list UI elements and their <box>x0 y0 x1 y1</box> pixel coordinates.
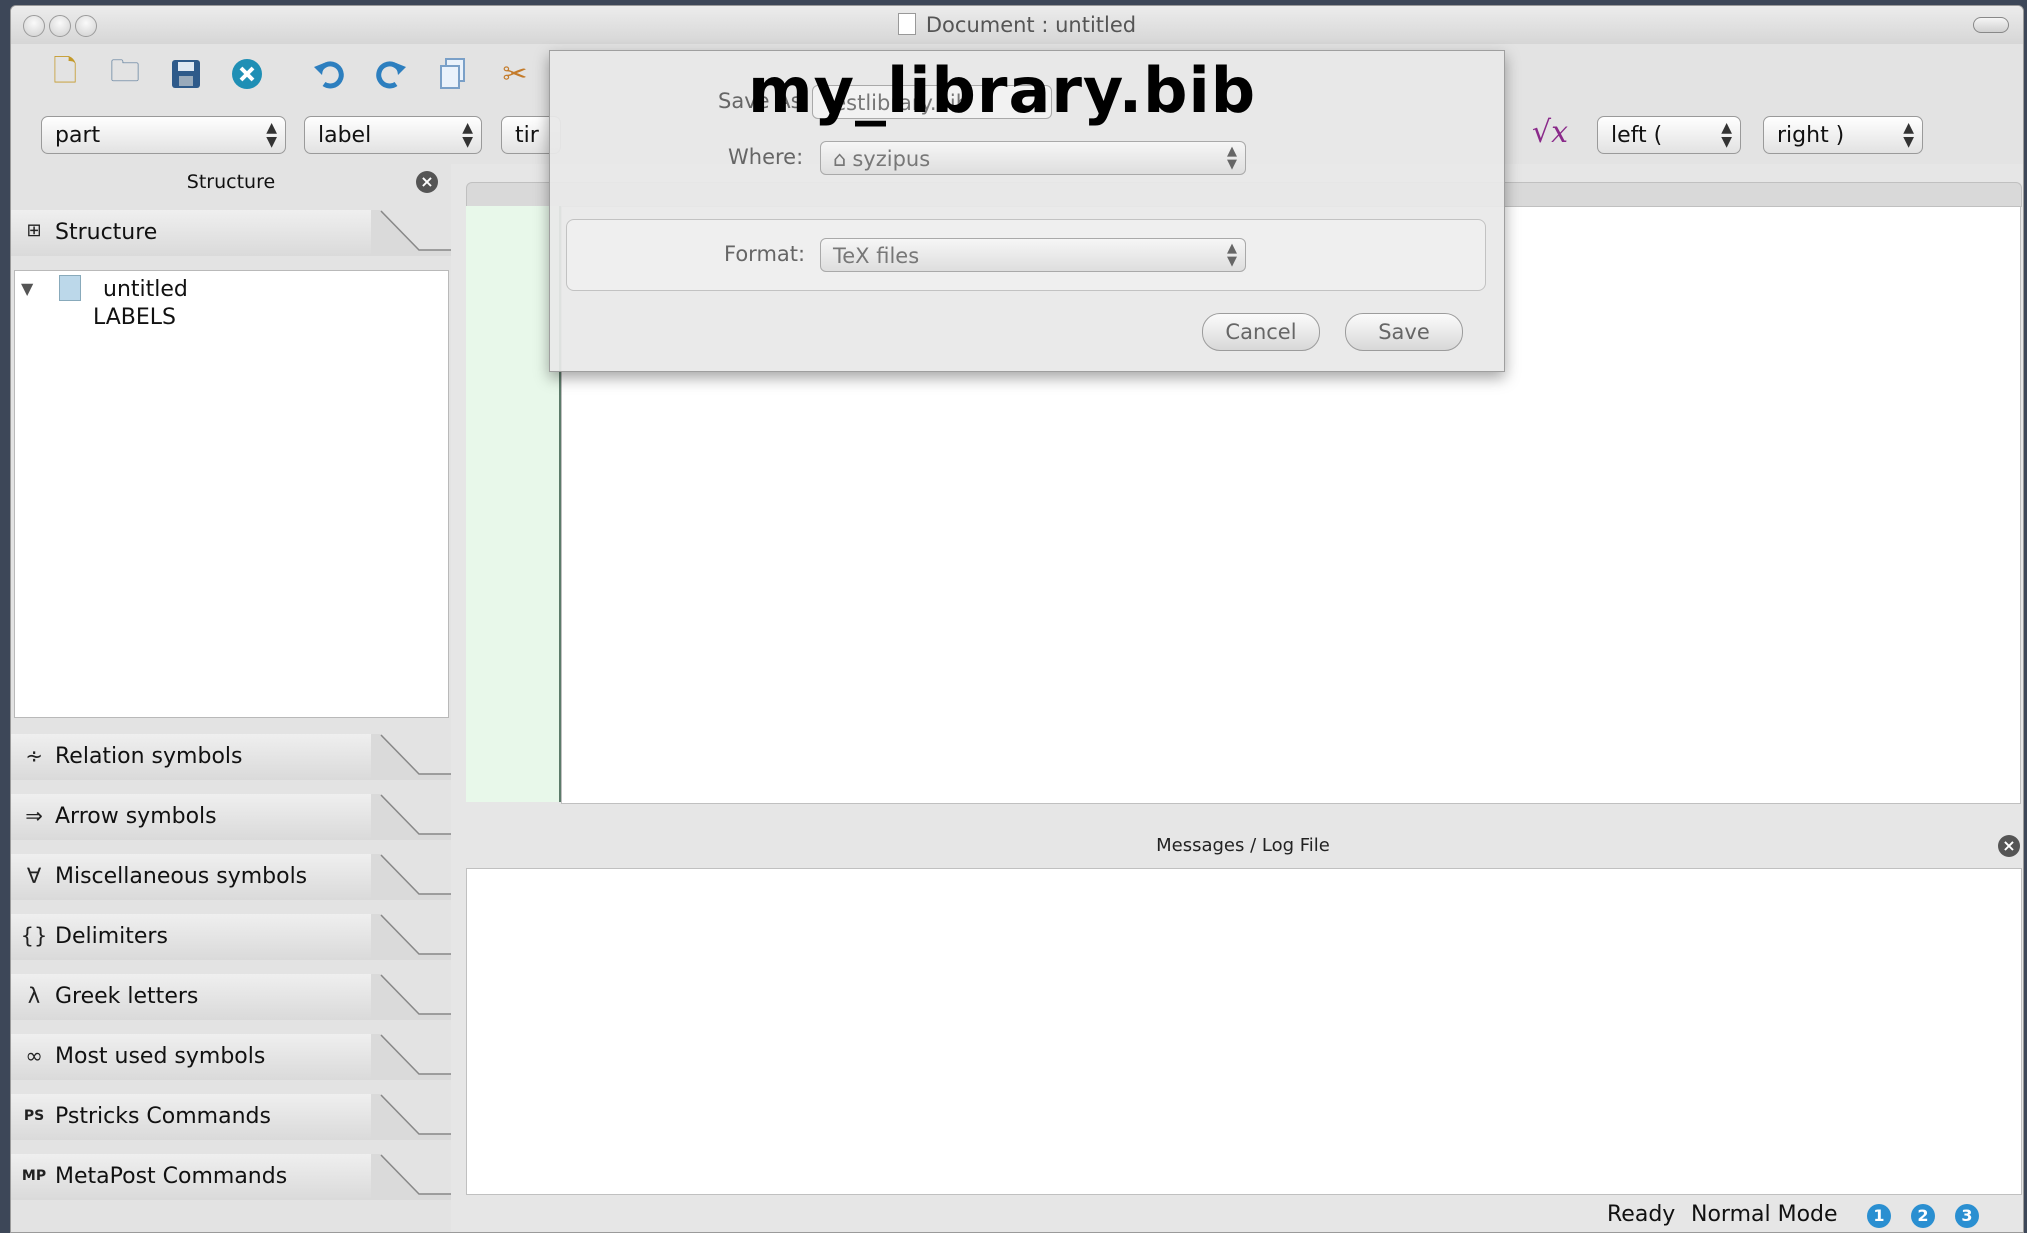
messages-log-panel[interactable] <box>466 868 2022 1195</box>
tab-label: Greek letters <box>55 984 199 1009</box>
tab-slant <box>371 210 451 256</box>
overlay-caption: my_library.bib <box>748 54 1257 127</box>
view-1-button[interactable]: 1 <box>1867 1204 1891 1228</box>
left-delimiter-value: left ( <box>1611 123 1663 148</box>
tab-slant <box>371 914 451 960</box>
tab-slant <box>371 1094 451 1140</box>
size-combo-value: tir <box>515 123 539 148</box>
disclosure-triangle-icon[interactable]: ▼ <box>21 279 33 298</box>
infinity-icon: ∞ <box>25 1044 43 1068</box>
save-icon[interactable] <box>168 56 204 92</box>
format-select[interactable]: TeX files ▲ ▼ <box>820 238 1246 272</box>
where-select-value: syzipus <box>852 147 931 171</box>
arrow-symbol-icon: ⇒ <box>25 804 43 828</box>
where-label: Where: <box>728 145 804 169</box>
messages-header: Messages / Log File <box>1156 835 1330 856</box>
tab-slant <box>371 854 451 900</box>
tab-slant <box>371 1154 451 1200</box>
braces-icon: {} <box>20 924 48 948</box>
app-window: Document : untitled 🗋 🗀 ✂ part ▲ ▼ label … <box>10 5 2024 1233</box>
tab-metapost-commands[interactable]: MP MetaPost Commands <box>11 1154 451 1200</box>
line-number-gutter <box>466 206 561 802</box>
document-icon <box>897 13 916 35</box>
sqrt-icon[interactable]: √x <box>1525 114 1575 150</box>
copy-icon[interactable] <box>435 56 471 92</box>
save-button[interactable]: Save <box>1345 313 1463 351</box>
view-3-button[interactable]: 3 <box>1955 1204 1979 1228</box>
home-folder-icon: ⌂ <box>833 147 847 171</box>
tab-label: MetaPost Commands <box>55 1164 288 1189</box>
reference-combo-value: label <box>318 123 372 148</box>
tab-label: Delimiters <box>55 924 168 949</box>
sidebar: Structure × ⊞ Structure ▼ untitled LABEL… <box>11 164 451 1232</box>
tab-label: Relation symbols <box>55 744 243 769</box>
document-icon <box>59 275 81 301</box>
tab-slant <box>371 1034 451 1080</box>
structure-icon: ⊞ <box>26 220 42 241</box>
tab-delimiters[interactable]: {} Delimiters <box>11 914 451 960</box>
sidebar-header: Structure <box>186 171 276 193</box>
new-file-icon[interactable]: 🗋 <box>47 54 83 92</box>
cut-icon[interactable]: ✂ <box>497 56 533 92</box>
window-title: Document : untitled <box>925 13 1137 37</box>
tab-slant <box>371 794 451 840</box>
tab-label: Pstricks Commands <box>55 1104 271 1129</box>
tab-greek-letters[interactable]: λ Greek letters <box>11 974 451 1020</box>
ps-icon: PS <box>23 1108 45 1124</box>
format-label: Format: <box>724 242 806 266</box>
updown-arrows-icon: ▲ ▼ <box>1903 120 1914 150</box>
updown-arrows-icon: ▲ ▼ <box>1721 120 1732 150</box>
tab-arrow-symbols[interactable]: ⇒ Arrow symbols <box>11 794 451 840</box>
view-2-button[interactable]: 2 <box>1911 1204 1935 1228</box>
updown-arrows-icon: ▲ ▼ <box>462 120 473 150</box>
where-select[interactable]: ⌂ syzipus ▲ ▼ <box>820 141 1246 175</box>
toolbar-toggle-button[interactable] <box>1973 17 2009 33</box>
tree-item-labels[interactable]: LABELS <box>93 305 176 330</box>
lambda-icon: λ <box>27 984 41 1008</box>
tab-slant <box>371 974 451 1020</box>
sidebar-close-icon[interactable]: × <box>416 171 438 193</box>
status-bar: Ready Normal Mode 1 2 3 <box>11 1198 2023 1232</box>
tab-structure-label: Structure <box>55 220 158 245</box>
right-delimiter-combo[interactable]: right ) ▲ ▼ <box>1763 116 1923 154</box>
mp-icon: MP <box>21 1168 47 1184</box>
tab-miscellaneous-symbols[interactable]: ∀ Miscellaneous symbols <box>11 854 451 900</box>
structure-tree: ▼ untitled LABELS <box>14 270 449 718</box>
tab-structure[interactable]: ⊞ Structure <box>11 210 451 256</box>
tab-label: Most used symbols <box>55 1044 266 1069</box>
sectioning-combo[interactable]: part ▲ ▼ <box>41 116 286 154</box>
right-delimiter-value: right ) <box>1777 123 1845 148</box>
window-title-wrap: Document : untitled <box>11 13 2023 37</box>
tab-slant <box>371 734 451 780</box>
updown-arrows-icon: ▲ ▼ <box>1227 241 1237 269</box>
updown-arrows-icon: ▲ ▼ <box>266 120 277 150</box>
tab-label: Arrow symbols <box>55 804 217 829</box>
redo-icon[interactable] <box>373 56 409 92</box>
reference-combo[interactable]: label ▲ ▼ <box>304 116 482 154</box>
sectioning-combo-value: part <box>55 123 101 148</box>
status-state: Ready <box>1607 1202 1676 1227</box>
tab-pstricks-commands[interactable]: PS Pstricks Commands <box>11 1094 451 1140</box>
title-bar: Document : untitled <box>11 6 2023 45</box>
tab-relation-symbols[interactable]: ∻ Relation symbols <box>11 734 451 780</box>
cancel-button[interactable]: Cancel <box>1202 313 1320 351</box>
updown-arrows-icon: ▲ ▼ <box>1227 144 1237 172</box>
messages-close-icon[interactable]: × <box>1998 835 2020 857</box>
close-document-icon[interactable] <box>229 56 265 92</box>
tab-most-used-symbols[interactable]: ∞ Most used symbols <box>11 1034 451 1080</box>
status-mode: Normal Mode <box>1691 1202 1838 1227</box>
open-folder-icon[interactable]: 🗀 <box>107 54 143 92</box>
forall-symbol-icon: ∀ <box>26 864 42 888</box>
tab-label: Miscellaneous symbols <box>55 864 308 889</box>
undo-icon[interactable] <box>311 56 347 92</box>
format-select-value: TeX files <box>833 244 920 268</box>
left-delimiter-combo[interactable]: left ( ▲ ▼ <box>1597 116 1741 154</box>
relation-symbol-icon: ∻ <box>25 744 43 768</box>
tree-item-untitled[interactable]: untitled <box>103 277 188 302</box>
